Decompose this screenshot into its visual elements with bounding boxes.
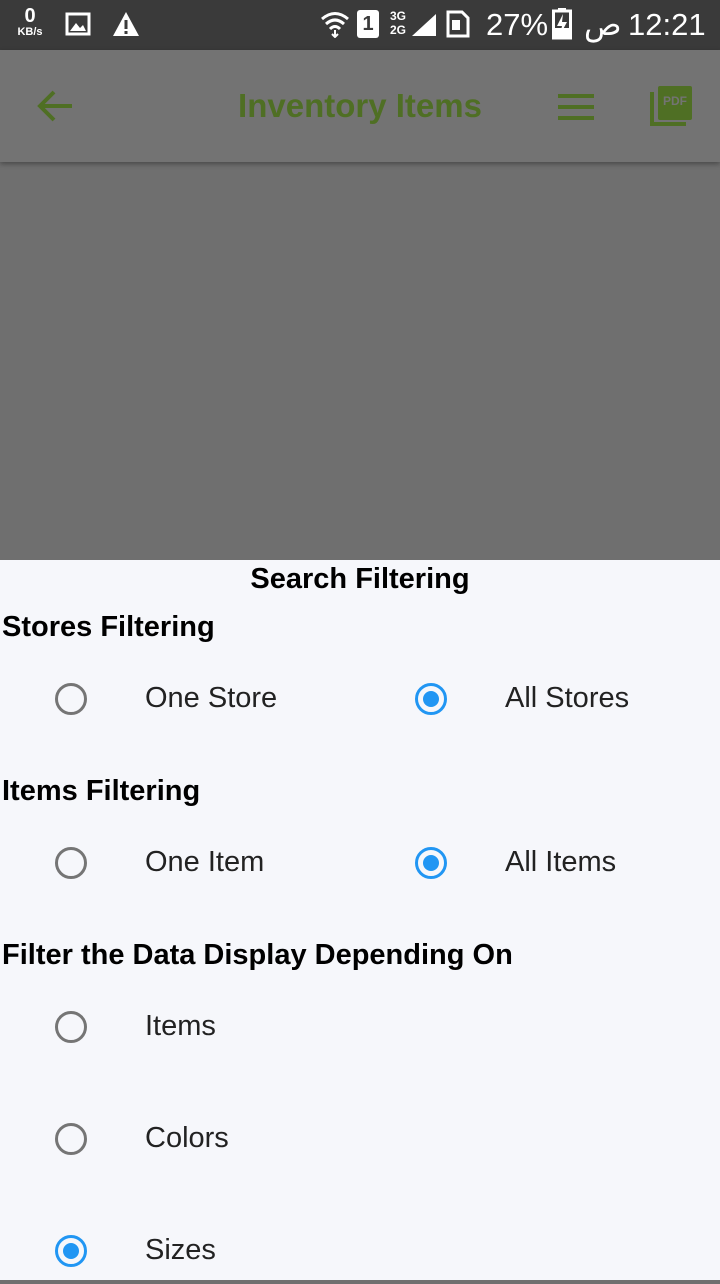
sim-slot-number: 1 <box>362 13 374 35</box>
items-filtering-heading: Items Filtering <box>2 775 201 807</box>
radio-button[interactable] <box>415 847 447 879</box>
network-speed-value: 0 <box>24 5 36 27</box>
radio-button[interactable] <box>55 1011 87 1043</box>
radio-one-store[interactable]: One Store <box>55 672 355 732</box>
radio-button[interactable] <box>55 1235 87 1267</box>
radio-items[interactable]: Items <box>55 1000 355 1060</box>
sim-card-icon <box>446 10 470 38</box>
radio-button[interactable] <box>55 683 87 715</box>
radio-all-stores[interactable]: All Stores <box>415 672 715 732</box>
ampm-indicator: ص <box>584 7 622 42</box>
menu-icon[interactable] <box>556 92 596 122</box>
radio-button[interactable] <box>415 683 447 715</box>
radio-label-items: Items <box>145 1010 216 1042</box>
radio-label-one-store: One Store <box>145 682 278 714</box>
pdf-label: PDF <box>663 94 687 108</box>
radio-colors[interactable]: Colors <box>55 1112 355 1172</box>
app-bar: Inventory Items PDF <box>0 50 720 162</box>
wifi-icon <box>321 12 349 38</box>
radio-label-one-item: One Item <box>145 846 265 878</box>
pdf-export-icon[interactable]: PDF <box>650 86 694 128</box>
battery-charging-icon <box>552 8 572 40</box>
sim-slot-icon: 1 <box>357 10 379 38</box>
clock: 12:21 <box>628 7 706 42</box>
radio-label-colors: Colors <box>145 1122 229 1154</box>
stores-filtering-heading: Stores Filtering <box>2 611 215 643</box>
image-notification-icon <box>65 12 91 36</box>
radio-all-items[interactable]: All Items <box>415 836 715 896</box>
warning-icon <box>113 12 139 36</box>
battery-percentage: 27% <box>486 7 549 42</box>
radio-label-all-items: All Items <box>505 846 617 878</box>
radio-label-all-stores: All Stores <box>505 682 630 714</box>
page-title: Inventory Items <box>238 87 482 124</box>
radio-sizes[interactable]: Sizes <box>55 1224 355 1284</box>
radio-button[interactable] <box>55 1123 87 1155</box>
network-speed-unit: KB/s <box>17 26 43 38</box>
radio-label-sizes: Sizes <box>145 1234 216 1266</box>
status-bar: 0 KB/s 1 3G 2G 27% ص 12:21 <box>0 0 720 50</box>
signal-icon <box>412 14 436 36</box>
network-speed: 0 KB/s <box>12 6 48 38</box>
filter-bottom-sheet: Search Filtering Stores Filtering One St… <box>0 560 720 1280</box>
radio-one-item[interactable]: One Item <box>55 836 355 896</box>
radio-button[interactable] <box>55 847 87 879</box>
sheet-title: Search Filtering <box>250 563 470 595</box>
display-filter-heading: Filter the Data Display Depending On <box>2 939 513 971</box>
